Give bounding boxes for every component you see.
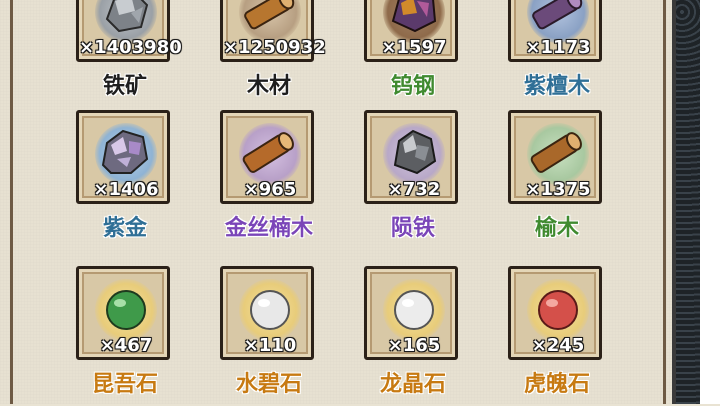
item-slot: ×1406 (76, 110, 170, 204)
item-name: 陨铁 (390, 216, 435, 241)
item-golden-nanmu[interactable]: ×965 金丝楠木 (214, 110, 324, 250)
item-name: 虎魄石 (523, 372, 590, 397)
item-iron-ore[interactable]: ×1403980 铁矿 (70, 0, 182, 108)
item-tungsten-steel[interactable]: ×1597 钨钢 (358, 0, 468, 108)
item-quantity: ×1250932 (223, 37, 326, 58)
meteorite-iron-icon (393, 129, 437, 175)
item-name: 紫檀木 (523, 74, 590, 99)
purple-gold-ore-icon (101, 129, 149, 174)
item-slot: ×467 (76, 266, 170, 360)
item-quantity: ×165 (387, 335, 441, 356)
item-name: 钨钢 (390, 74, 435, 99)
iron-ore-icon (105, 0, 149, 33)
item-meteorite-iron[interactable]: ×732 陨铁 (358, 110, 468, 250)
item-hupo-stone[interactable]: ×245 虎魄石 (502, 266, 612, 406)
item-slot: ×1597 (364, 0, 458, 62)
item-quantity: ×467 (99, 335, 153, 356)
item-quantity: ×110 (243, 335, 297, 356)
screen-edge (700, 0, 720, 404)
rosewood-icon (532, 0, 583, 30)
item-quantity: ×1597 (381, 37, 447, 58)
item-rosewood[interactable]: ×1173 紫檀木 (502, 0, 612, 108)
item-quantity: ×965 (243, 179, 297, 200)
item-slot: ×965 (220, 110, 314, 204)
item-slot: ×1403980 (76, 0, 182, 62)
item-name: 昆吾石 (91, 372, 158, 397)
item-slot: ×1375 (508, 110, 602, 204)
item-quantity: ×1375 (525, 179, 591, 200)
white-crystal-stone-icon (394, 290, 434, 330)
item-name: 铁矿 (102, 74, 147, 99)
item-quantity: ×1406 (93, 179, 159, 200)
elm-log-icon (530, 132, 582, 173)
item-quantity: ×732 (387, 179, 441, 200)
item-wood[interactable]: ×1250932 木材 (214, 0, 326, 108)
item-name: 金丝楠木 (224, 216, 313, 241)
item-name: 龙晶石 (379, 372, 446, 397)
item-shuibi-stone[interactable]: ×110 水碧石 (214, 266, 324, 406)
red-stone-icon (538, 290, 578, 330)
item-slot: ×165 (364, 266, 458, 360)
item-slot: ×1173 (508, 0, 602, 62)
item-slot: ×732 (364, 110, 458, 204)
item-name: 木材 (246, 74, 291, 99)
wood-log-icon (244, 0, 295, 30)
green-stone-icon (106, 290, 146, 330)
item-name: 水碧石 (235, 372, 302, 397)
item-purple-gold[interactable]: ×1406 紫金 (70, 110, 180, 250)
item-slot: ×110 (220, 266, 314, 360)
golden-nanmu-log-icon (242, 132, 294, 173)
item-longjing-stone[interactable]: ×165 龙晶石 (358, 266, 468, 406)
item-quantity: ×1173 (525, 37, 591, 58)
item-slot: ×245 (508, 266, 602, 360)
item-name: 榆木 (534, 216, 579, 241)
white-stone-icon (250, 290, 290, 330)
item-quantity: ×1403980 (79, 37, 182, 58)
item-quantity: ×245 (531, 335, 585, 356)
item-slot: ×1250932 (220, 0, 326, 62)
item-elm[interactable]: ×1375 榆木 (502, 110, 612, 250)
tungsten-steel-icon (391, 0, 437, 33)
item-name: 紫金 (102, 216, 147, 241)
item-kunwu-stone[interactable]: ×467 昆吾石 (70, 266, 180, 406)
